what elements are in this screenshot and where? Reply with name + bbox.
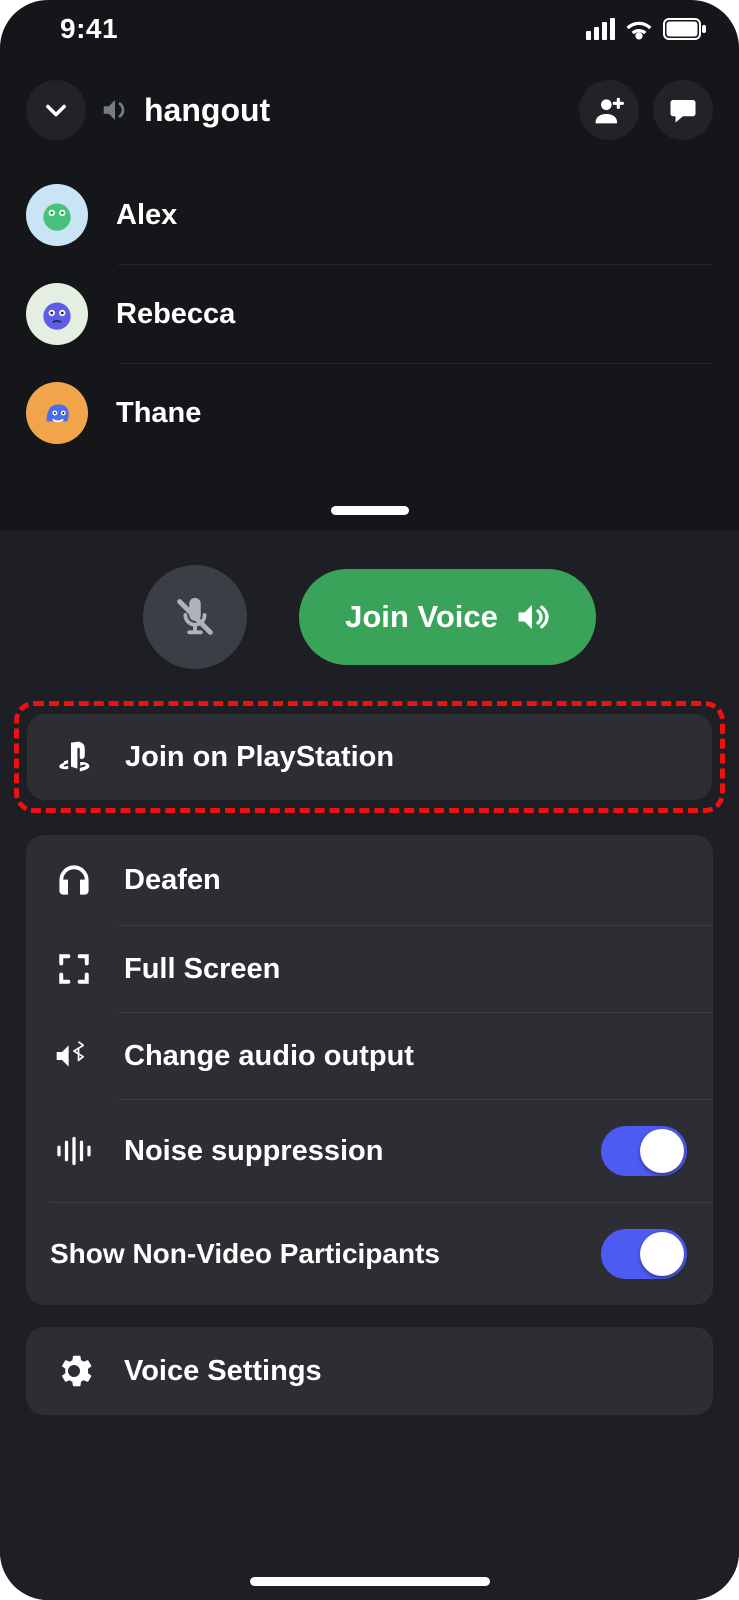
gear-icon — [52, 1353, 96, 1389]
deafen-button[interactable]: Deafen — [26, 835, 713, 925]
sheet-drag-area[interactable] — [0, 462, 739, 531]
change-audio-output-label: Change audio output — [124, 1040, 414, 1073]
avatar — [26, 283, 88, 345]
voice-settings-card: Voice Settings — [26, 1327, 713, 1415]
playstation-icon — [53, 740, 97, 774]
cellular-icon — [586, 18, 615, 40]
participant-name: Alex — [116, 199, 177, 232]
headphones-icon — [52, 861, 96, 899]
speaker-bluetooth-icon — [52, 1039, 96, 1073]
show-non-video-label: Show Non-Video Participants — [50, 1238, 440, 1270]
avatar — [26, 184, 88, 246]
options-card: Deafen Full Screen Change audio output — [26, 835, 713, 1305]
participant-row[interactable]: Rebecca — [26, 265, 713, 363]
mute-button[interactable] — [143, 565, 247, 669]
participant-name: Thane — [116, 397, 201, 430]
chat-button[interactable] — [653, 80, 713, 140]
status-bar: 9:41 — [0, 0, 739, 58]
deafen-label: Deafen — [124, 864, 221, 897]
status-indicators — [586, 18, 707, 40]
join-voice-button[interactable]: Join Voice — [299, 569, 596, 665]
speaker-icon — [514, 599, 550, 635]
voice-settings-button[interactable]: Voice Settings — [26, 1327, 713, 1415]
wifi-icon — [625, 18, 653, 40]
participant-name: Rebecca — [116, 298, 235, 331]
voice-settings-label: Voice Settings — [124, 1355, 322, 1388]
status-time: 9:41 — [32, 13, 118, 45]
speaker-icon — [100, 95, 130, 125]
show-non-video-toggle[interactable] — [601, 1229, 687, 1279]
drag-handle-icon — [331, 506, 409, 515]
noise-suppression-toggle[interactable] — [601, 1126, 687, 1176]
avatar — [26, 382, 88, 444]
primary-actions: Join Voice — [26, 559, 713, 675]
join-playstation-card: Join on PlayStation — [27, 714, 712, 800]
voice-sheet: Join Voice Join on PlayStation — [0, 531, 739, 1600]
channel-name: hangout — [144, 92, 270, 129]
waveform-icon — [52, 1136, 96, 1166]
collapse-button[interactable] — [26, 80, 86, 140]
join-playstation-label: Join on PlayStation — [125, 741, 394, 774]
highlight-outline: Join on PlayStation — [14, 701, 725, 813]
noise-suppression-label: Noise suppression — [124, 1135, 383, 1168]
show-non-video-row[interactable]: Show Non-Video Participants — [26, 1203, 713, 1305]
full-screen-button[interactable]: Full Screen — [26, 926, 713, 1012]
full-screen-label: Full Screen — [124, 953, 280, 986]
noise-suppression-row[interactable]: Noise suppression — [26, 1100, 713, 1202]
participants-list: Alex Rebecca Thane — [0, 158, 739, 462]
channel-header: hangout — [0, 58, 739, 158]
app-screen: 9:41 hangout — [0, 0, 739, 1600]
participant-row[interactable]: Thane — [26, 364, 713, 462]
add-user-button[interactable] — [579, 80, 639, 140]
battery-icon — [663, 18, 707, 40]
change-audio-output-button[interactable]: Change audio output — [26, 1013, 713, 1099]
participant-row[interactable]: Alex — [26, 166, 713, 264]
home-indicator[interactable] — [250, 1577, 490, 1586]
join-voice-label: Join Voice — [345, 599, 498, 635]
join-playstation-button[interactable]: Join on PlayStation — [27, 714, 712, 800]
fullscreen-icon — [52, 952, 96, 986]
